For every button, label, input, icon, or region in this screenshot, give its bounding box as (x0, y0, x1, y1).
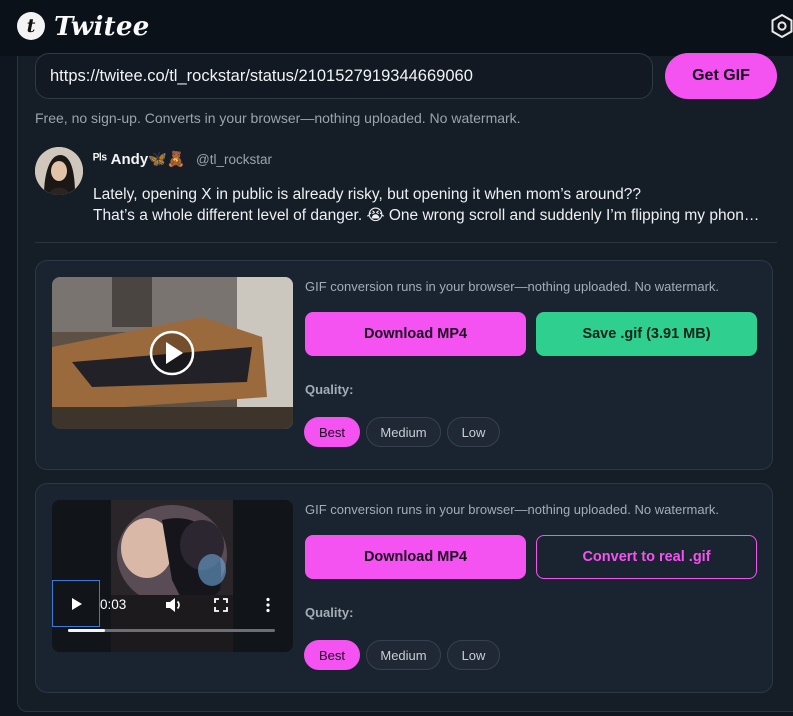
tweet-text: Lately, opening X in public is already r… (93, 184, 783, 226)
search-hint: Free, no sign-up. Converts in your brows… (35, 110, 521, 126)
video-thumbnail[interactable] (52, 277, 293, 429)
author-name[interactable]: ᴾˡˢ Andy🦋🧸 (93, 150, 186, 168)
conversion-hint: GIF conversion runs in your browser—noth… (305, 279, 720, 294)
tweet-line-1: Lately, opening X in public is already r… (93, 186, 641, 203)
quality-low[interactable]: Low (447, 417, 500, 447)
app-header: t Twitee (0, 0, 793, 56)
tweet-line-2: That’s a whole different level of danger… (93, 207, 760, 224)
logo-icon[interactable]: t (17, 12, 45, 40)
video-time: 0:03 (100, 597, 127, 612)
url-input[interactable] (35, 53, 653, 99)
avatar-image (35, 147, 83, 195)
quality-medium[interactable]: Medium (366, 640, 441, 670)
author-handle[interactable]: @tl_rockstar (196, 152, 272, 167)
video-progress-track[interactable] (68, 629, 275, 632)
fullscreen-icon[interactable] (211, 595, 231, 615)
get-gif-button[interactable]: Get GIF (665, 53, 777, 99)
logo-initial: t (26, 15, 36, 37)
video-progress-fill (68, 629, 106, 632)
more-vertical-icon[interactable] (258, 595, 278, 615)
avatar[interactable] (35, 147, 83, 195)
volume-icon[interactable] (163, 595, 183, 615)
brand-name[interactable]: Twitee (54, 12, 150, 42)
media-card-2: 0:03 GIF conversion runs in your browser… (35, 483, 773, 693)
divider (35, 242, 777, 243)
thumbnail-image (52, 277, 293, 429)
quality-low[interactable]: Low (447, 640, 500, 670)
video-play-button[interactable] (52, 580, 100, 627)
convert-gif-button[interactable]: Convert to real .gif (536, 535, 757, 579)
video-player[interactable]: 0:03 (52, 500, 293, 652)
download-mp4-button[interactable]: Download MP4 (305, 312, 526, 356)
quality-best[interactable]: Best (304, 640, 360, 670)
conversion-hint: GIF conversion runs in your browser—noth… (305, 502, 720, 517)
download-mp4-button[interactable]: Download MP4 (305, 535, 526, 579)
quality-label: Quality: (305, 605, 354, 620)
quality-best[interactable]: Best (304, 417, 360, 447)
save-gif-button[interactable]: Save .gif (3.91 MB) (536, 312, 757, 356)
quality-medium[interactable]: Medium (366, 417, 441, 447)
quality-label: Quality: (305, 382, 354, 397)
media-card-1: GIF conversion runs in your browser—noth… (35, 260, 773, 470)
play-icon (72, 598, 82, 610)
settings-icon[interactable] (768, 12, 793, 40)
